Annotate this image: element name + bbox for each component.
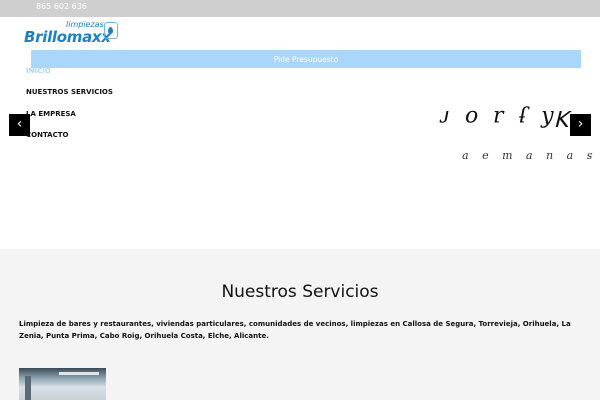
chevron-right-icon: › [577, 116, 584, 132]
slider-next-button[interactable]: › [570, 114, 591, 136]
brand-logo[interactable]: limpiezas Brillomaxx [24, 19, 118, 47]
slide-decorative-subscript: s ɐ u ɐ ɯ ǝ ɐ [456, 150, 592, 163]
phone-number[interactable]: 865 602 636 [36, 2, 87, 11]
logo-wordmark: Brillomaxx [24, 28, 111, 46]
nav-item-la-empresa[interactable]: LA EMPRESA [26, 110, 76, 118]
service-thumbnail-image[interactable] [19, 368, 106, 400]
nav-item-inicio[interactable]: INICIO [26, 67, 51, 75]
nav-item-nuestros-servicios[interactable]: NUESTROS SERVICIOS [26, 88, 113, 96]
request-quote-button[interactable]: Pide Presupuesto [31, 50, 581, 68]
nav-item-contacto[interactable]: CONTACTO [26, 131, 68, 139]
chevron-left-icon: ‹ [16, 116, 23, 132]
services-section: Nuestros Servicios Limpieza de bares y r… [0, 249, 600, 400]
services-description: Limpieza de bares y restaurantes, vivien… [19, 320, 571, 340]
slide-decorative-script: ꓘʎ ɟ ɹ o ɾ [436, 105, 572, 130]
top-contact-bar: 865 602 636 [0, 0, 600, 17]
services-title: Nuestros Servicios [221, 282, 379, 302]
water-drop-icon [104, 22, 118, 39]
slider-prev-button[interactable]: ‹ [9, 114, 30, 136]
